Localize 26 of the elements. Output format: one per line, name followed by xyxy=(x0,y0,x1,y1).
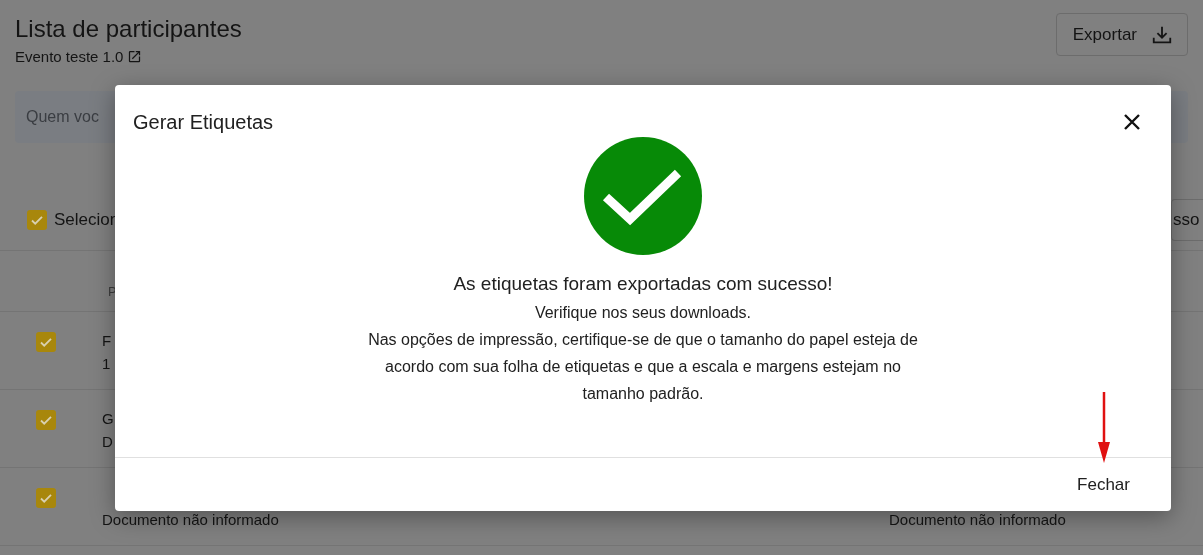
checkbox[interactable] xyxy=(36,332,56,352)
table-cell-text: F xyxy=(102,331,112,351)
checkmark-icon xyxy=(39,413,53,427)
close-dialog-button[interactable]: Fechar xyxy=(1066,468,1141,501)
checkmark-icon xyxy=(39,491,53,505)
table-cell-text: G xyxy=(102,409,114,429)
close-icon xyxy=(1122,112,1142,132)
table-cell-text: Documento não informado xyxy=(102,510,279,530)
message-text: Verifique nos seus downloads. xyxy=(534,303,752,323)
message-text: Nas opções de impressão, certifique-se de que o tamanho do papel esteja de acordo com sua folha de etiquetas e que a escala e margens estejam no tamanho padrão. xyxy=(367,330,919,404)
table-cell-text: 1 xyxy=(102,354,111,374)
checkbox[interactable] xyxy=(36,410,56,430)
checkmark-icon xyxy=(39,335,53,349)
export-button[interactable]: Exportar xyxy=(1055,13,1188,56)
checkmark-icon xyxy=(30,213,44,227)
external-link-icon[interactable] xyxy=(127,49,143,64)
table-cell-text: D xyxy=(102,432,113,452)
dialog-title: Gerar Etiquetas xyxy=(133,110,274,134)
table-cell-text: Documento não informado xyxy=(889,510,1066,530)
page-title: Lista de participantes xyxy=(15,14,242,44)
annotation-arrow xyxy=(1098,392,1110,464)
checkbox[interactable] xyxy=(27,210,47,230)
success-heading: As etiquetas foram exportadas com sucesso! xyxy=(453,273,833,295)
event-link[interactable]: Evento teste 1.0 xyxy=(15,48,124,65)
success-check-icon xyxy=(584,137,702,255)
checkbox[interactable] xyxy=(36,488,56,508)
